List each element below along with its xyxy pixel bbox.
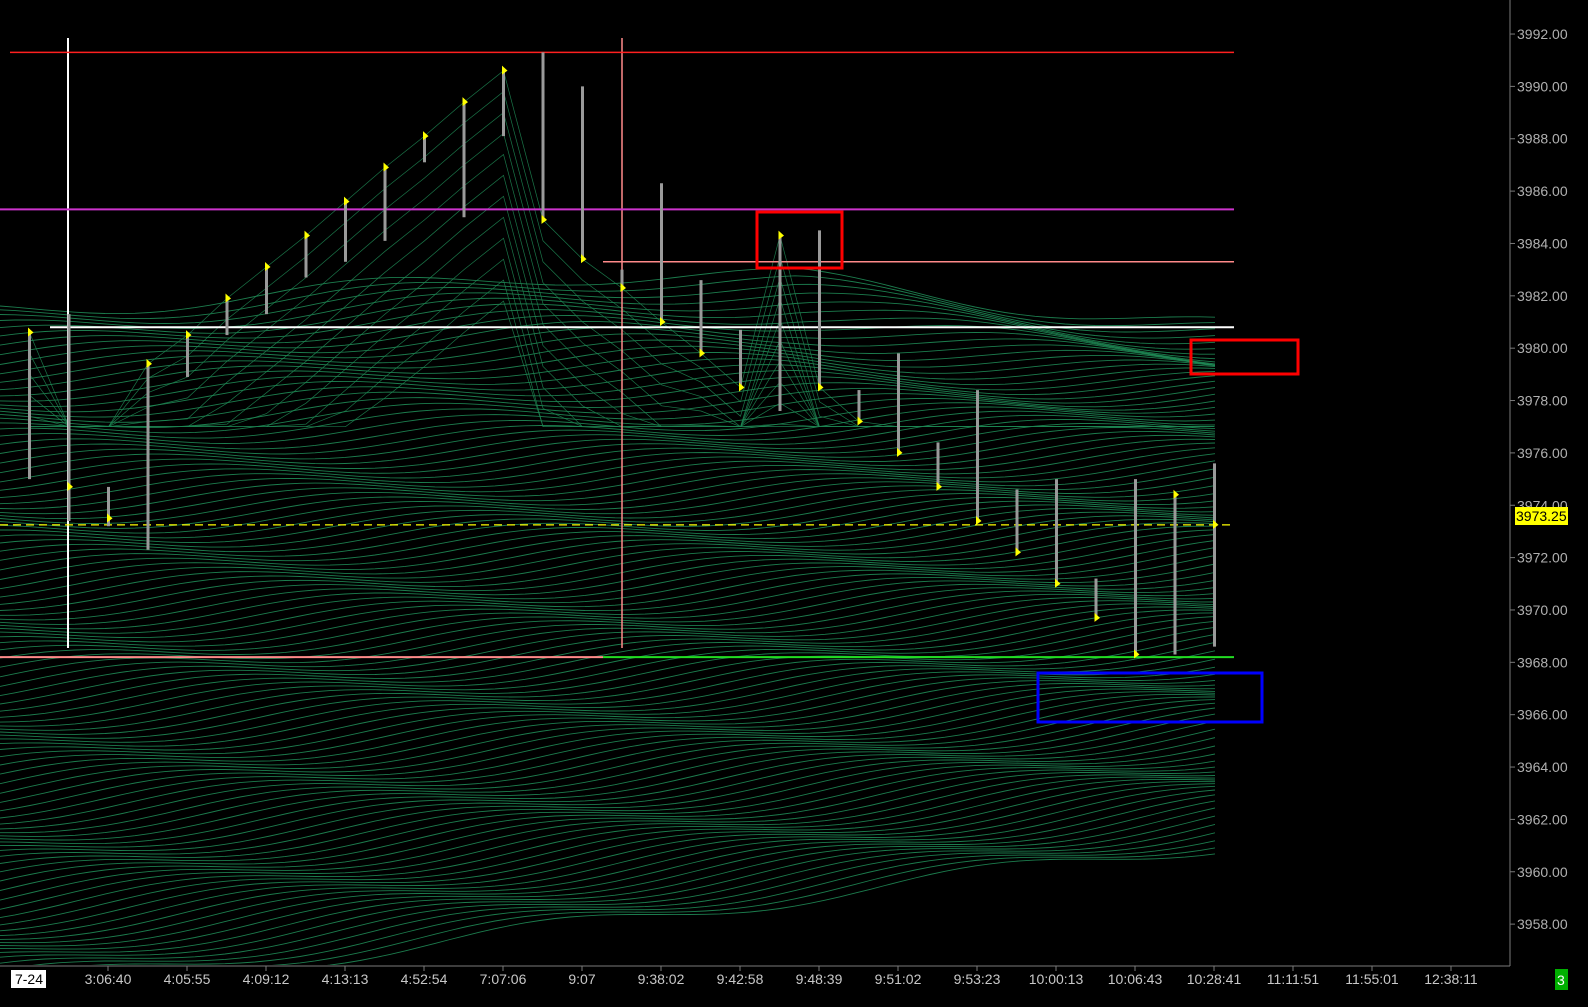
x-tick-label: 4:52:54 bbox=[401, 971, 448, 987]
y-tick-label: 3972.00 bbox=[1517, 550, 1568, 566]
corner-badge: 3 bbox=[1555, 969, 1568, 990]
x-tick-label: 4:05:55 bbox=[164, 971, 211, 987]
y-tick-label: 3962.00 bbox=[1517, 811, 1568, 827]
x-tick-label: 10:00:13 bbox=[1029, 971, 1084, 987]
corner-badge-label: 3 bbox=[1557, 972, 1565, 988]
x-tick-label: 4:13:13 bbox=[322, 971, 369, 987]
x-tick-label: 9:53:23 bbox=[954, 971, 1001, 987]
y-tick-label: 3992.00 bbox=[1517, 26, 1568, 42]
y-tick-label: 3978.00 bbox=[1517, 393, 1568, 409]
last-price-tag: 3973.25 bbox=[1515, 507, 1568, 525]
y-tick-label: 3986.00 bbox=[1517, 183, 1568, 199]
x-tick-label: 9:51:02 bbox=[875, 971, 922, 987]
x-tick-label: 7:07:06 bbox=[480, 971, 527, 987]
y-tick-label: 3968.00 bbox=[1517, 654, 1568, 670]
chart-background bbox=[0, 0, 1588, 1007]
x-tick-label: 4:09:12 bbox=[243, 971, 290, 987]
last-price-label: 3973.25 bbox=[1516, 508, 1567, 524]
y-tick-label: 3958.00 bbox=[1517, 916, 1568, 932]
y-tick-label: 3970.00 bbox=[1517, 602, 1568, 618]
y-tick-label: 3988.00 bbox=[1517, 131, 1568, 147]
y-tick-label: 3960.00 bbox=[1517, 864, 1568, 880]
y-tick-label: 3982.00 bbox=[1517, 288, 1568, 304]
x-tick-label: 11:11:51 bbox=[1267, 971, 1320, 987]
x-tick-label: 7-24 bbox=[15, 971, 43, 987]
x-tick-label: 10:06:43 bbox=[1108, 971, 1163, 987]
y-tick-label: 3984.00 bbox=[1517, 235, 1568, 251]
y-tick-label: 3964.00 bbox=[1517, 759, 1568, 775]
y-tick-label: 3966.00 bbox=[1517, 707, 1568, 723]
x-tick-label: 3:06:40 bbox=[85, 971, 132, 987]
x-tick-label: 9:48:39 bbox=[796, 971, 843, 987]
y-tick-label: 3976.00 bbox=[1517, 445, 1568, 461]
x-tick-label: 9:42:58 bbox=[717, 971, 764, 987]
x-tick-label: 12:38:11 bbox=[1424, 971, 1478, 987]
x-tick-label: 9:07 bbox=[568, 971, 595, 987]
x-tick-label: 9:38:02 bbox=[638, 971, 685, 987]
x-tick-label: 10:28:41 bbox=[1187, 971, 1242, 987]
price-chart[interactable]: 3992.00 3990.00 3988.00 3986.00 3984.00 3982.… bbox=[0, 0, 1588, 1007]
x-tick-label: 11:55:01 bbox=[1345, 971, 1399, 987]
y-tick-label: 3990.00 bbox=[1517, 78, 1568, 94]
y-tick-label: 3980.00 bbox=[1517, 340, 1568, 356]
